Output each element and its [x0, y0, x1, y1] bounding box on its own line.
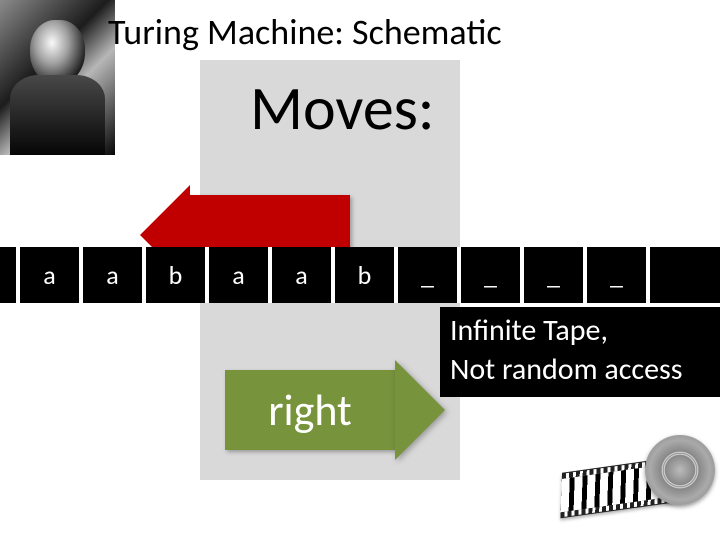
tape: a a b a a b _ _ _ _	[0, 247, 720, 303]
right-label: right	[268, 383, 352, 437]
info-line2: Not random access	[450, 350, 720, 389]
tape-cell: a	[209, 247, 272, 303]
tape-cell: _	[461, 247, 524, 303]
tape-cell	[0, 247, 20, 303]
tape-cell: a	[83, 247, 146, 303]
tape-cell: b	[146, 247, 209, 303]
info-line1: Infinite Tape,	[450, 311, 720, 350]
film-reel-icon	[645, 435, 715, 505]
info-caption: Infinite Tape, Not random access	[440, 307, 720, 397]
turing-portrait	[0, 0, 115, 155]
tape-cell: _	[398, 247, 461, 303]
tape-cell: b	[335, 247, 398, 303]
tape-cell: _	[587, 247, 650, 303]
tape-cell: _	[524, 247, 587, 303]
tape-roll-image	[560, 405, 715, 525]
right-arrow-head	[395, 360, 445, 460]
slide-title: Turing Machine: Schematic	[108, 10, 502, 54]
tape-cell: a	[20, 247, 83, 303]
tape-cell: a	[272, 247, 335, 303]
moves-label: Moves:	[250, 70, 435, 146]
right-arrow-body: right	[225, 370, 395, 450]
